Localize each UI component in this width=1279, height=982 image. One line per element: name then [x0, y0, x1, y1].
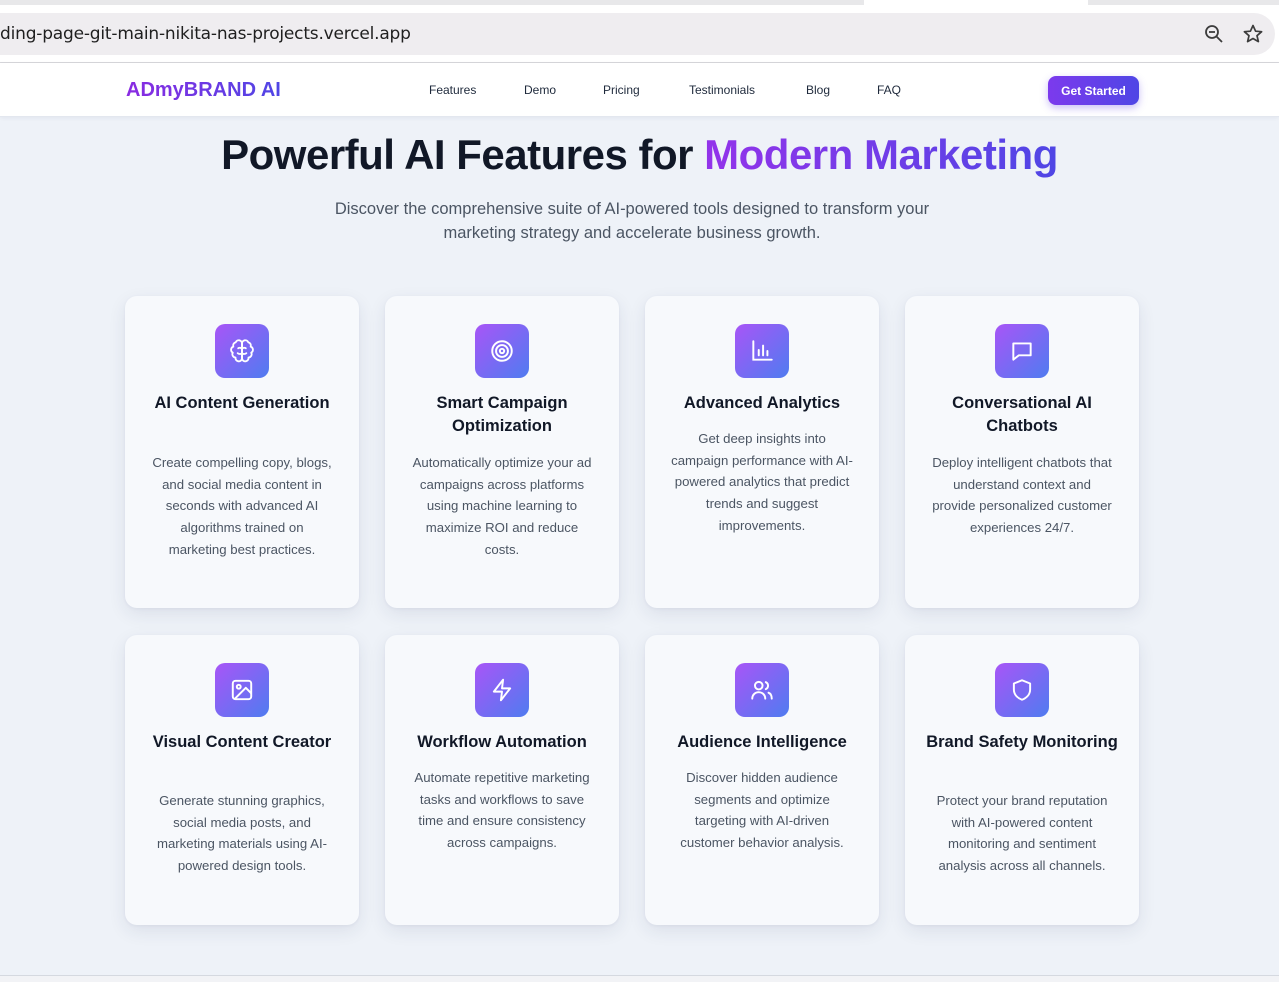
feature-description: Discover hidden audience segments and op…	[680, 770, 844, 851]
nav-link-pricing[interactable]: Pricing	[603, 83, 640, 97]
address-bar[interactable]: ding-page-git-main-nikita-nas-projects.v…	[0, 13, 1275, 55]
page-bottom-strip	[0, 976, 1279, 982]
brain-icon	[215, 324, 269, 378]
page-title: Powerful AI Features for Modern Marketin…	[0, 131, 1279, 179]
feature-card: Workflow Automation Automate repetitive …	[385, 635, 619, 925]
site-navbar: ADmyBRAND AI Features Demo Pricing Testi…	[0, 63, 1279, 117]
get-started-button[interactable]: Get Started	[1048, 76, 1139, 105]
feature-description: Deploy intelligent chatbots that underst…	[932, 455, 1112, 536]
title-highlight: Modern Marketing	[704, 131, 1058, 178]
feature-title: Audience Intelligence	[677, 733, 847, 751]
feature-card: Smart Campaign Optimization Automaticall…	[385, 296, 619, 608]
nav-link-features[interactable]: Features	[429, 83, 476, 97]
feature-description: Automate repetitive marketing tasks and …	[414, 770, 590, 851]
target-icon	[475, 324, 529, 378]
feature-title: AI Content Generation	[154, 394, 330, 412]
address-url[interactable]: ding-page-git-main-nikita-nas-projects.v…	[0, 24, 411, 44]
nav-link-demo[interactable]: Demo	[524, 83, 556, 97]
shield-icon	[995, 663, 1049, 717]
title-plain: Powerful AI Features for	[221, 131, 705, 178]
feature-card: Advanced Analytics Get deep insights int…	[645, 296, 879, 608]
star-icon[interactable]	[1242, 23, 1264, 45]
feature-description: Protect your brand reputation with AI-po…	[936, 793, 1108, 874]
feature-title: Advanced Analytics	[683, 394, 841, 412]
feature-description: Create compelling copy, blogs, and socia…	[152, 455, 332, 557]
feature-card: Audience Intelligence Discover hidden au…	[645, 635, 879, 925]
users-icon	[735, 663, 789, 717]
feature-title: Smart Campaign Optimization	[436, 394, 568, 435]
feature-title: Brand Safety Monitoring	[926, 733, 1118, 751]
nav-link-blog[interactable]: Blog	[806, 83, 830, 97]
chat-bubble-icon	[995, 324, 1049, 378]
nav-link-faq[interactable]: FAQ	[877, 83, 901, 97]
feature-title: Conversational AI Chatbots	[952, 394, 1092, 435]
brand-logo[interactable]: ADmyBRAND AI	[126, 79, 281, 102]
feature-description: Automatically optimize your ad campaigns…	[412, 455, 592, 557]
nav-link-testimonials[interactable]: Testimonials	[689, 83, 755, 97]
lightning-icon	[475, 663, 529, 717]
image-icon	[215, 663, 269, 717]
feature-card: Brand Safety Monitoring Protect your bra…	[905, 635, 1139, 925]
feature-description: Get deep insights into campaign performa…	[671, 431, 853, 533]
zoom-icon[interactable]	[1203, 23, 1225, 45]
feature-title: Visual Content Creator	[152, 733, 332, 751]
feature-description: Generate stunning graphics, social media…	[156, 793, 328, 874]
page-subtitle: Discover the comprehensive suite of AI-p…	[334, 200, 930, 242]
browser-toolbar: ding-page-git-main-nikita-nas-projects.v…	[0, 5, 1279, 63]
bar-chart-icon	[735, 324, 789, 378]
feature-title: Workflow Automation	[417, 733, 587, 751]
feature-card: AI Content Generation Create compelling …	[125, 296, 359, 608]
feature-card: Conversational AI Chatbots Deploy intell…	[905, 296, 1139, 608]
feature-card: Visual Content Creator Generate stunning…	[125, 635, 359, 925]
